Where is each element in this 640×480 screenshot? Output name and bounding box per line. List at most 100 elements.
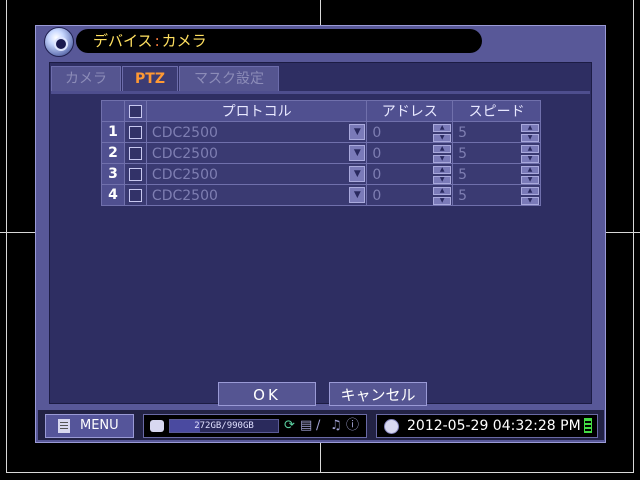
dropdown-arrow-icon[interactable]: ▼: [349, 165, 366, 182]
protocol-dropdown[interactable]: CDC2500 ▼: [145, 163, 368, 185]
header-address: アドレス: [366, 100, 454, 122]
spin-up-icon[interactable]: ▲: [433, 144, 452, 153]
storage-text: 272GB/990GB: [194, 421, 254, 431]
table-row: 4 CDC2500 ▼ 0 ▲ ▼ 5 ▲ ▼: [101, 184, 541, 206]
speed-value: 5: [458, 187, 468, 204]
header-index: [101, 100, 125, 122]
row-checkbox[interactable]: [128, 167, 142, 181]
row-checkbox[interactable]: [128, 146, 142, 160]
protocol-dropdown[interactable]: CDC2500 ▼: [145, 184, 368, 206]
spin-down-icon[interactable]: ▼: [521, 154, 539, 163]
address-spinner[interactable]: ▲ ▼: [433, 123, 452, 142]
archive-icon: ▤: [300, 418, 313, 433]
protocol-dropdown[interactable]: CDC2500 ▼: [145, 121, 368, 143]
network-icon: ∕: [316, 418, 321, 433]
select-all-checkbox[interactable]: [128, 104, 142, 118]
sync-icon: ⟳: [284, 418, 295, 433]
row-select-cell[interactable]: [123, 121, 147, 143]
row-checkbox[interactable]: [128, 188, 142, 202]
protocol-value: CDC2500: [151, 187, 218, 204]
table-row: 1 CDC2500 ▼ 0 ▲ ▼ 5 ▲ ▼: [101, 121, 541, 143]
row-checkbox[interactable]: [128, 125, 142, 139]
address-stepper[interactable]: 0 ▲ ▼: [366, 142, 454, 164]
title-device: デバイス: [93, 32, 153, 50]
spin-up-icon[interactable]: ▲: [521, 144, 539, 153]
dropdown-arrow-icon[interactable]: ▼: [349, 144, 366, 161]
address-spinner[interactable]: ▲ ▼: [433, 165, 452, 184]
spin-down-icon[interactable]: ▼: [433, 196, 452, 205]
address-stepper[interactable]: 0 ▲ ▼: [366, 184, 454, 206]
menu-label: MENU: [80, 418, 119, 433]
address-spinner[interactable]: ▲ ▼: [433, 186, 452, 205]
spin-down-icon[interactable]: ▼: [521, 175, 539, 184]
datetime-text: 2012-05-29 04:32:28 PM: [407, 418, 581, 434]
title-separator: :: [154, 32, 160, 50]
spin-down-icon[interactable]: ▼: [521, 133, 539, 142]
address-spinner[interactable]: ▲ ▼: [433, 144, 452, 163]
speed-spinner[interactable]: ▲ ▼: [521, 165, 539, 184]
grid-border-left: [6, 0, 7, 473]
row-select-cell[interactable]: [123, 163, 147, 185]
speed-spinner[interactable]: ▲ ▼: [521, 186, 539, 205]
camera-device-icon: [44, 27, 74, 57]
alert-icon: ⓘ: [346, 418, 360, 433]
speed-stepper[interactable]: 5 ▲ ▼: [452, 184, 541, 206]
speed-spinner[interactable]: ▲ ▼: [521, 123, 539, 142]
cancel-button[interactable]: キャンセル: [329, 382, 427, 406]
row-index: 2: [101, 142, 125, 164]
speed-value: 5: [458, 166, 468, 183]
spin-up-icon[interactable]: ▲: [521, 123, 539, 132]
row-select-cell[interactable]: [123, 142, 147, 164]
hdd-icon: [150, 420, 164, 432]
spin-up-icon[interactable]: ▲: [521, 186, 539, 195]
grid-border-right: [633, 0, 634, 473]
row-select-cell[interactable]: [123, 184, 147, 206]
spin-up-icon[interactable]: ▲: [433, 165, 452, 174]
ptz-table: プロトコル アドレス スピード 1 CDC2500 ▼ 0 ▲ ▼ 5 ▲ ▼ 2 CDC…: [101, 100, 541, 206]
grid-divider-vertical-top: [320, 0, 321, 25]
protocol-value: CDC2500: [151, 124, 218, 141]
speed-spinner[interactable]: ▲ ▼: [521, 144, 539, 163]
address-stepper[interactable]: 0 ▲ ▼: [366, 163, 454, 185]
clock-icon: [384, 419, 399, 434]
menu-button[interactable]: MENU: [45, 414, 134, 438]
tab-underline: [51, 91, 590, 94]
header-speed: スピード: [452, 100, 541, 122]
spin-up-icon[interactable]: ▲: [521, 165, 539, 174]
speed-stepper[interactable]: 5 ▲ ▼: [452, 121, 541, 143]
tab-ptz[interactable]: PTZ: [122, 66, 178, 91]
ok-button[interactable]: OK: [218, 382, 316, 406]
grid-border-bottom: [6, 472, 634, 473]
protocol-dropdown[interactable]: CDC2500 ▼: [145, 142, 368, 164]
address-stepper[interactable]: 0 ▲ ▼: [366, 121, 454, 143]
speed-stepper[interactable]: 5 ▲ ▼: [452, 163, 541, 185]
address-value: 0: [372, 187, 382, 204]
speed-value: 5: [458, 124, 468, 141]
address-value: 0: [372, 145, 382, 162]
address-value: 0: [372, 124, 382, 141]
grid-divider-vertical-bottom: [320, 443, 321, 473]
spin-down-icon[interactable]: ▼: [521, 196, 539, 205]
spin-down-icon[interactable]: ▼: [433, 154, 452, 163]
table-row: 3 CDC2500 ▼ 0 ▲ ▼ 5 ▲ ▼: [101, 163, 541, 185]
address-value: 0: [372, 166, 382, 183]
dropdown-arrow-icon[interactable]: ▼: [349, 186, 366, 203]
speed-stepper[interactable]: 5 ▲ ▼: [452, 142, 541, 164]
spin-up-icon[interactable]: ▲: [433, 186, 452, 195]
tab-mask-settings[interactable]: マスク設定: [179, 66, 279, 91]
dropdown-arrow-icon[interactable]: ▼: [349, 123, 366, 140]
spin-up-icon[interactable]: ▲: [433, 123, 452, 132]
protocol-value: CDC2500: [151, 145, 218, 162]
spin-down-icon[interactable]: ▼: [433, 175, 452, 184]
header-protocol: プロトコル: [145, 100, 368, 122]
table-header-row: プロトコル アドレス スピード: [101, 100, 541, 122]
menu-list-icon: [58, 419, 70, 433]
battery-icon: [584, 418, 592, 433]
header-select-all[interactable]: [123, 100, 147, 122]
protocol-value: CDC2500: [151, 166, 218, 183]
storage-status: 272GB/990GB ⟳ ▤ ∕ ♫ ⓘ: [143, 414, 367, 438]
tab-camera[interactable]: カメラ: [51, 66, 121, 91]
speed-value: 5: [458, 145, 468, 162]
spin-down-icon[interactable]: ▼: [433, 133, 452, 142]
grid-divider-horizontal-right: [606, 232, 640, 233]
